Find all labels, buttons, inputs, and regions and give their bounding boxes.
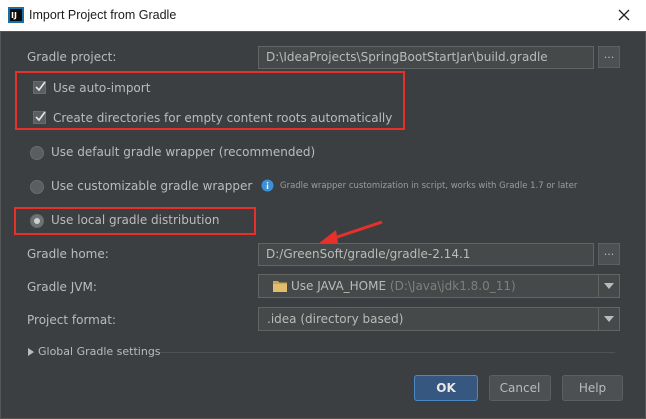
gradle-home-browse-button[interactable]: ... <box>598 243 620 265</box>
checkmark-icon <box>35 111 46 122</box>
ok-button[interactable]: OK <box>414 375 478 401</box>
custom-wrapper-label: Use customizable gradle wrapper <box>51 179 253 193</box>
svg-text:IJ: IJ <box>11 11 17 20</box>
auto-import-checkbox[interactable] <box>33 81 46 94</box>
close-icon <box>618 9 630 21</box>
default-wrapper-radio[interactable] <box>30 146 44 160</box>
global-settings-label: Global Gradle settings <box>38 345 161 358</box>
create-dirs-checkbox[interactable] <box>33 111 46 124</box>
folder-icon <box>273 281 287 292</box>
cancel-button[interactable]: Cancel <box>489 375 551 401</box>
default-wrapper-label: Use default gradle wrapper (recommended) <box>51 145 316 159</box>
project-format-value: .idea (directory based) <box>267 312 404 326</box>
project-format-dropdown-arrow[interactable] <box>598 308 619 330</box>
create-dirs-label: Create directories for empty content roo… <box>53 111 393 125</box>
gradle-project-label: Gradle project: <box>27 50 117 64</box>
gradle-project-browse-button[interactable]: ... <box>598 46 620 68</box>
local-distribution-radio[interactable] <box>30 214 44 228</box>
title-bar: IJ Import Project from Gradle <box>0 0 646 32</box>
project-format-select[interactable]: .idea (directory based) <box>258 307 620 331</box>
gradle-home-field[interactable]: D:/GreenSoft/gradle/gradle-2.14.1 <box>258 243 594 266</box>
custom-wrapper-hint: Gradle wrapper customization in script, … <box>280 181 578 191</box>
gradle-jvm-label: Gradle JVM: <box>27 280 97 294</box>
radio-selected-dot <box>34 218 40 224</box>
import-gradle-dialog: IJ Import Project from Gradle Gradle pro… <box>0 0 646 419</box>
auto-import-label: Use auto-import <box>53 81 151 95</box>
chevron-right-icon <box>28 348 34 356</box>
checkmark-icon <box>35 81 46 92</box>
gradle-jvm-dropdown-arrow[interactable] <box>598 275 619 297</box>
help-button[interactable]: Help <box>562 375 623 401</box>
gradle-jvm-select[interactable]: Use JAVA_HOME (D:\Java\jdk1.8.0_11) <box>258 274 620 298</box>
gradle-project-field[interactable]: D:\IdeaProjects\SpringBootStartJar\build… <box>258 46 594 69</box>
chevron-down-icon <box>604 283 614 289</box>
project-format-label: Project format: <box>27 313 116 327</box>
intellij-icon: IJ <box>8 7 24 23</box>
gradle-jvm-value: Use JAVA_HOME <box>291 279 387 293</box>
custom-wrapper-radio[interactable] <box>30 180 44 194</box>
close-button[interactable] <box>604 2 644 28</box>
chevron-down-icon <box>604 316 614 322</box>
gradle-jvm-detail: (D:\Java\jdk1.8.0_11) <box>389 279 516 293</box>
info-icon <box>261 179 274 192</box>
local-distribution-label: Use local gradle distribution <box>51 213 220 227</box>
global-settings-separator <box>160 352 615 353</box>
window-title: Import Project from Gradle <box>29 8 177 22</box>
gradle-home-label: Gradle home: <box>27 247 109 261</box>
